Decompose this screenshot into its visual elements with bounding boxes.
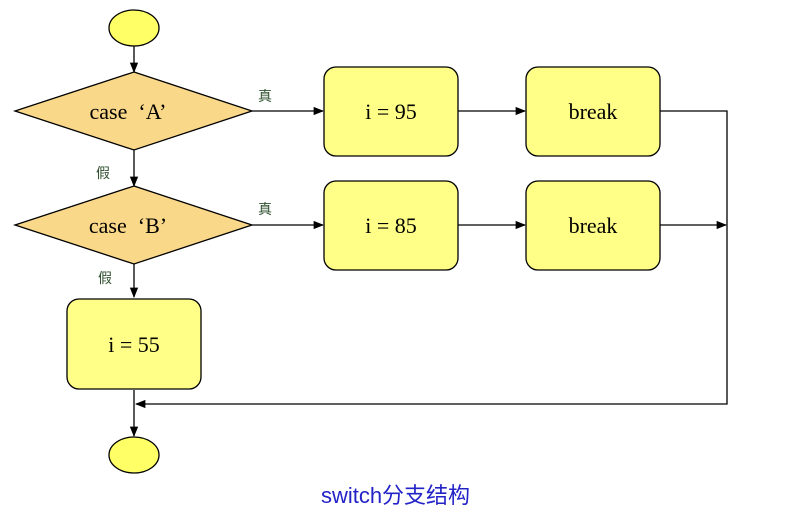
assign-95-label: i = 95 xyxy=(365,99,417,124)
case-b-false-label: 假 xyxy=(98,271,112,287)
diagram-caption: switch分支结构 xyxy=(320,483,471,508)
assign-55-label: i = 55 xyxy=(108,332,160,357)
end-terminal xyxy=(108,436,160,474)
break-2-label: break xyxy=(569,213,618,238)
case-a-false-label: 假 xyxy=(96,166,110,182)
break-1-label: break xyxy=(569,99,618,124)
assign-85-label: i = 85 xyxy=(365,213,417,238)
switch-flowchart: case ‘A’ case ‘B’ i = 95 break i = 85 br… xyxy=(12,9,728,474)
start-terminal xyxy=(108,9,160,47)
case-b-true-label: 真 xyxy=(258,202,272,218)
case-a-true-label: 真 xyxy=(258,89,272,105)
case-b-label: case ‘B’ xyxy=(89,213,167,238)
case-a-label: case ‘A’ xyxy=(90,99,167,124)
